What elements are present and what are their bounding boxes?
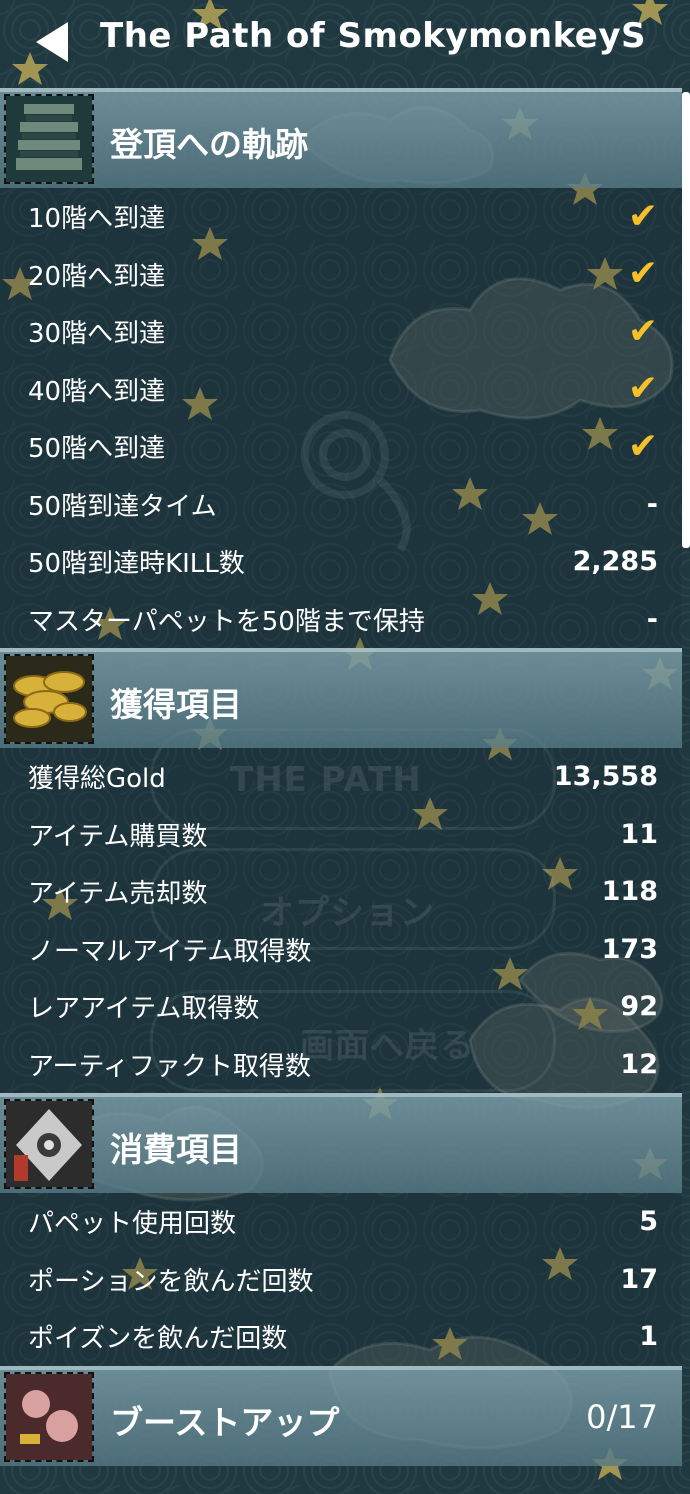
header-bar: The Path of SmokymonkeyS — [0, 0, 690, 84]
stat-label: 20階へ到達 — [28, 261, 166, 292]
scrollbar[interactable] — [682, 92, 690, 548]
tower-icon — [4, 94, 94, 184]
stat-label: 30階へ到達 — [28, 319, 166, 350]
section-header[interactable]: 登頂への軌跡 — [0, 88, 682, 188]
stats-panel: 登頂への軌跡 10階へ到達 ✔ 20階へ到達 ✔ 30階へ到達 ✔ 40階へ到達 ✔ 50階へ到達… — [0, 88, 682, 1466]
checkmark-icon: ✔ — [627, 253, 658, 295]
section-3: ブーストアップ 0/17 — [0, 1365, 682, 1466]
stat-row: 30階へ到達 ✔ — [0, 303, 682, 361]
section-title: ブーストアップ — [110, 1402, 340, 1442]
stat-row: 10階へ到達 ✔ — [0, 188, 682, 246]
stat-value: 2,285 — [572, 546, 658, 578]
stat-label: 50階到達タイム — [28, 491, 217, 522]
stat-label: マスターパペットを50階まで保持 — [28, 606, 425, 637]
stat-label: 50階へ到達 — [28, 434, 166, 465]
stat-row: アイテム売却数 118 — [0, 863, 682, 921]
section-header[interactable]: 獲得項目 — [0, 648, 682, 748]
stat-value: 118 — [601, 876, 658, 908]
stat-row: アーティファクト取得数 12 — [0, 1035, 682, 1093]
stat-label: 獲得総Gold — [28, 764, 166, 795]
checkmark-icon: ✔ — [627, 310, 658, 352]
back-arrow-icon — [36, 22, 68, 62]
checkmark-icon: ✔ — [627, 368, 658, 410]
puppet-icon — [4, 1099, 94, 1189]
stat-value: - — [646, 488, 658, 520]
stat-row: 20階へ到達 ✔ — [0, 245, 682, 303]
stat-label: 50階到達時KILL数 — [28, 549, 245, 580]
stat-row: レアアイテム取得数 92 — [0, 978, 682, 1036]
stat-label: ポーションを飲んだ回数 — [28, 1266, 314, 1297]
section-2: 消費項目パペット使用回数 5 ポーションを飲んだ回数 17 ポイズンを飲んだ回数 1 — [0, 1093, 682, 1366]
stat-row: 50階到達時KILL数 2,285 — [0, 533, 682, 591]
stat-row: ノーマルアイテム取得数 173 — [0, 920, 682, 978]
section-title: 登頂への軌跡 — [110, 125, 308, 164]
section-progress: 0/17 — [586, 1397, 658, 1436]
stat-value: 173 — [601, 933, 658, 965]
stat-value: 1 — [639, 1321, 658, 1353]
page-title: The Path of SmokymonkeyS — [100, 16, 646, 56]
stat-label: ノーマルアイテム取得数 — [28, 936, 312, 967]
stat-value: 12 — [620, 1048, 658, 1080]
stat-value: - — [646, 603, 658, 635]
stat-value: 11 — [620, 818, 658, 850]
stat-label: ポイズンを飲んだ回数 — [28, 1324, 288, 1355]
gold-coins-icon — [4, 654, 94, 744]
boost-icon — [4, 1371, 94, 1462]
stat-row: 50階到達タイム - — [0, 475, 682, 533]
stat-label: レアアイテム取得数 — [28, 994, 260, 1025]
section-1: 獲得項目獲得総Gold 13,558 アイテム購買数 11 アイテム売却数 118 ノーマル… — [0, 648, 682, 1093]
stat-row: 50階へ到達 ✔ — [0, 418, 682, 476]
section-0: 登頂への軌跡 10階へ到達 ✔ 20階へ到達 ✔ 30階へ到達 ✔ 40階へ到達 ✔ 50階へ到達… — [0, 88, 682, 648]
stat-label: アーティファクト取得数 — [28, 1051, 311, 1082]
section-header[interactable]: 消費項目 — [0, 1093, 682, 1193]
stat-row: ポイズンを飲んだ回数 1 — [0, 1308, 682, 1366]
checkmark-icon: ✔ — [627, 425, 658, 467]
section-title: 獲得項目 — [110, 685, 242, 724]
stat-value: 92 — [620, 991, 658, 1023]
stat-label: アイテム購買数 — [28, 821, 208, 852]
stat-row: ポーションを飲んだ回数 17 — [0, 1250, 682, 1308]
stat-label: 10階へ到達 — [28, 204, 166, 235]
stat-value: 13,558 — [553, 761, 658, 793]
stat-row: 40階へ到達 ✔ — [0, 360, 682, 418]
stat-row: マスターパペットを50階まで保持 - — [0, 590, 682, 648]
checkmark-icon: ✔ — [627, 195, 658, 237]
stat-label: 40階へ到達 — [28, 376, 166, 407]
stat-value: 17 — [620, 1263, 658, 1295]
stat-label: アイテム売却数 — [28, 879, 208, 910]
stat-value: 5 — [639, 1206, 658, 1238]
section-title: 消費項目 — [110, 1130, 242, 1169]
stat-row: アイテム購買数 11 — [0, 805, 682, 863]
back-button[interactable] — [30, 18, 74, 66]
section-header[interactable]: ブーストアップ 0/17 — [0, 1365, 682, 1466]
stat-row: パペット使用回数 5 — [0, 1193, 682, 1251]
stat-row: 獲得総Gold 13,558 — [0, 748, 682, 806]
stat-label: パペット使用回数 — [28, 1209, 237, 1240]
